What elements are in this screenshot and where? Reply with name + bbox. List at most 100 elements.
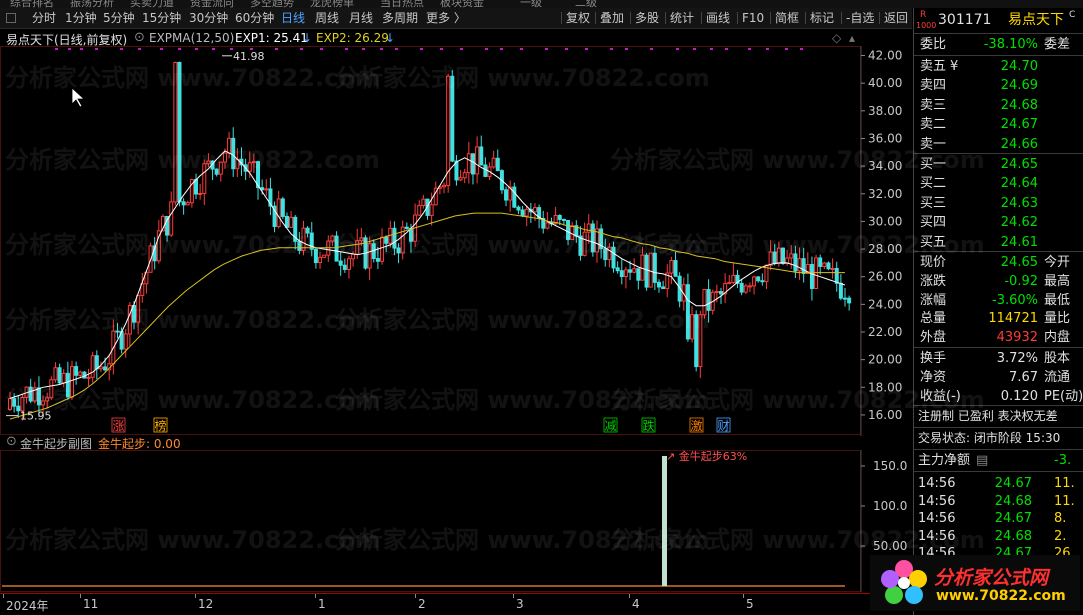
menu-item[interactable]: 多空趋势 xyxy=(250,0,294,8)
tick-volume: 8. xyxy=(1054,511,1067,527)
signal-dot xyxy=(650,48,653,50)
toolbar-button-1[interactable]: 叠加 xyxy=(600,10,624,26)
candle-body xyxy=(619,270,624,278)
toolbar-button-5[interactable]: F10 xyxy=(742,10,764,26)
stat-row: 现价 24.65 今开 xyxy=(914,253,1083,272)
plot-border xyxy=(0,46,861,435)
toolbar-button-3[interactable]: 统计 xyxy=(670,10,694,26)
indicator-dropdown-icon[interactable]: ⊙ xyxy=(134,30,145,45)
candle-body xyxy=(280,198,285,217)
candle-body xyxy=(313,248,318,264)
menu-item[interactable]: 买卖力道 xyxy=(130,0,174,8)
period-tab-2[interactable]: 5分钟 xyxy=(103,10,135,26)
ask-row[interactable]: 卖一 24.66 xyxy=(914,135,1083,154)
bid-row[interactable]: 买五 24.61 xyxy=(914,233,1083,252)
toolbar-separator xyxy=(770,12,771,24)
toolbar-button-0[interactable]: 复权 xyxy=(566,10,590,26)
period-tab-0[interactable]: 分时 xyxy=(32,10,56,26)
collapse-up-icon[interactable]: ▴ xyxy=(849,31,855,45)
low-label: 15.95 xyxy=(20,410,52,423)
period-tab-5[interactable]: 60分钟 xyxy=(235,10,274,26)
toolbar-button-2[interactable]: 多股 xyxy=(635,10,659,26)
bid-label: 买三 xyxy=(920,195,947,211)
bid-label: 买四 xyxy=(920,215,947,231)
period-tab-4[interactable]: 30分钟 xyxy=(189,10,228,26)
main-price-chart[interactable]: 42.00 40.00 38.00 36.00 34.00 32.00 30.00 28.00… xyxy=(0,46,912,436)
candle-body xyxy=(834,267,839,284)
exp2-arrow-icon: ↓ xyxy=(385,31,396,45)
period-tab-7[interactable]: 周线 xyxy=(315,10,339,26)
toolbar-button-7[interactable]: 标记 xyxy=(810,10,834,26)
candle-body xyxy=(355,240,360,255)
ask-label: 卖五 xyxy=(920,59,947,74)
menu-item[interactable]: 二级 xyxy=(575,0,597,8)
candle-body xyxy=(202,163,207,194)
menu-item[interactable]: 一级 xyxy=(520,0,542,8)
menu-item[interactable]: 板块资金 xyxy=(440,0,484,8)
flower-logo-icon xyxy=(881,560,927,604)
bid-row[interactable]: 买三 24.63 xyxy=(914,194,1083,213)
candle-body xyxy=(442,184,447,188)
toolbar-separator xyxy=(737,12,738,24)
period-tab-9[interactable]: 多周期 xyxy=(382,10,418,26)
period-tab-6[interactable]: 日线 xyxy=(281,10,305,26)
toolbar-separator xyxy=(630,12,631,24)
signal-dot xyxy=(55,48,58,50)
candle-body xyxy=(103,366,108,371)
signal-dots xyxy=(55,48,803,50)
date-axis-label: 4 xyxy=(632,597,640,611)
period-tab-8[interactable]: 月线 xyxy=(349,10,373,26)
diamond-icon[interactable]: ◇ xyxy=(832,31,841,45)
ask-row[interactable]: 卖四 24.69 xyxy=(914,76,1083,95)
menu-item[interactable]: 资金流向 xyxy=(190,0,234,8)
period-tab-3[interactable]: 15分钟 xyxy=(142,10,181,26)
stat-row: 总量 114721 量比 xyxy=(914,309,1083,328)
candle-body xyxy=(276,198,281,227)
candle-body xyxy=(739,282,744,293)
candle-body xyxy=(545,222,550,229)
stat-value: 43932 xyxy=(996,330,1038,346)
sub-indicator-icon[interactable]: ⊙ xyxy=(6,434,17,449)
ask-row[interactable]: 卖二 24.67 xyxy=(914,115,1083,134)
candle-body xyxy=(561,218,566,221)
signal-dot xyxy=(68,48,71,50)
main-flow-row[interactable]: 主力净额 ▤ -3. xyxy=(914,451,1083,470)
stock-name-sup: C xyxy=(1069,10,1076,20)
candle-body xyxy=(375,257,380,262)
toolbar-button-6[interactable]: 简框 xyxy=(775,10,799,26)
menu-item[interactable]: 当日热点 xyxy=(380,0,424,8)
candle-body xyxy=(206,160,211,165)
candle-body xyxy=(49,379,54,399)
ask-row[interactable]: 卖三 24.68 xyxy=(914,96,1083,115)
signal-dot xyxy=(585,48,588,50)
toolbar-button-9[interactable]: 返回 xyxy=(884,10,908,26)
period-tab-1[interactable]: 1分钟 xyxy=(65,10,97,26)
event-badge-label: 跌 xyxy=(643,418,655,433)
menu-item[interactable]: 龙虎榜单 xyxy=(310,0,354,8)
menu-item[interactable]: 振荡分析 xyxy=(70,0,114,8)
stat-label: 现价 xyxy=(920,255,947,270)
candle-body xyxy=(702,289,707,316)
sub-indicator-chart[interactable]: 150.0 100.0 50.00 ↗ 金牛起步63% xyxy=(0,450,912,592)
signal-dot xyxy=(195,48,198,50)
candle-body xyxy=(495,157,500,172)
signal-dot xyxy=(120,48,123,50)
toolbar-button-8[interactable]: -自选 xyxy=(846,10,874,26)
ask-row[interactable]: 卖五 ¥24.70 xyxy=(914,57,1083,76)
candle-body xyxy=(747,285,752,288)
candle-body xyxy=(557,214,562,220)
candle-body xyxy=(218,161,223,175)
candle-body xyxy=(623,269,628,278)
indicator-name[interactable]: EXPMA(12,50) xyxy=(149,31,234,45)
candle-body xyxy=(198,192,203,195)
candle-body xyxy=(231,137,236,170)
bid-row[interactable]: 买一 24.65 xyxy=(914,155,1083,174)
bid-row[interactable]: 买二 24.64 xyxy=(914,174,1083,193)
toolbar-button-4[interactable]: 画线 xyxy=(706,10,730,26)
candle-body xyxy=(222,152,227,163)
menu-item[interactable]: 综合排名 xyxy=(10,0,54,8)
list-icon[interactable]: ▤ xyxy=(976,451,988,470)
period-tab-10[interactable]: 更多 〉 xyxy=(426,10,466,26)
sub-tick-label: 150.0 xyxy=(873,459,907,473)
bid-row[interactable]: 买四 24.62 xyxy=(914,213,1083,232)
